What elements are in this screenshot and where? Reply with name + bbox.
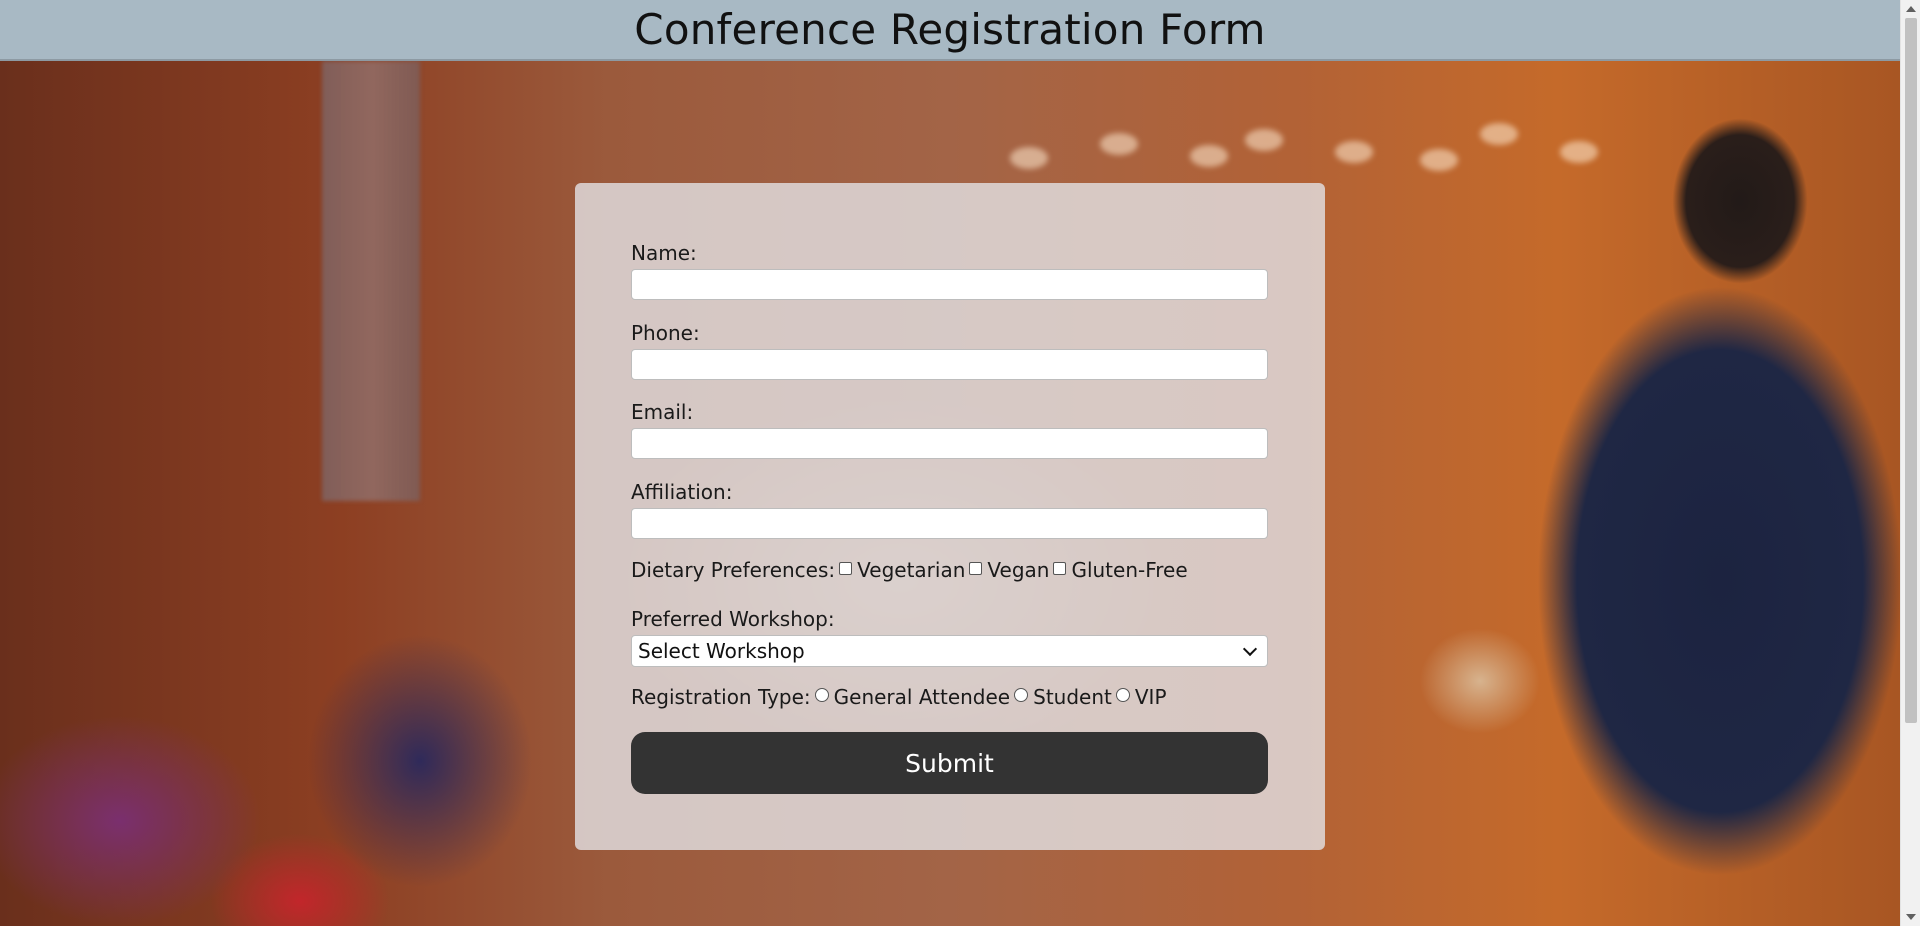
background-light [1560,141,1598,163]
name-label: Name: [631,241,697,265]
registration-option-student[interactable]: Student [1010,685,1112,709]
registration-type-row: Registration Type: General Attendee Stud… [631,685,1167,709]
gluten-free-option-label: Gluten-Free [1071,558,1188,582]
email-label: Email: [631,400,694,424]
registration-type-label: Registration Type: [631,685,811,709]
vegetarian-option-label: Vegetarian [857,558,966,582]
scroll-up-arrow-icon[interactable] [1906,6,1916,12]
preferred-workshop-label: Preferred Workshop: [631,607,835,631]
phone-label: Phone: [631,321,700,345]
student-radio[interactable] [1014,688,1029,702]
submit-button[interactable]: Submit [631,732,1268,794]
dietary-preferences-row: Dietary Preferences: Vegetarian Vegan Gl… [631,558,1188,582]
vegetarian-checkbox[interactable] [839,561,853,575]
page-viewport: Conference Registration Form Name: Phone… [0,0,1900,926]
general-attendee-radio[interactable] [814,688,829,702]
workshop-select[interactable]: Select Workshop [631,635,1268,667]
chevron-down-icon [1242,641,1258,656]
dietary-option-vegan[interactable]: Vegan [965,558,1049,582]
dietary-option-vegetarian[interactable]: Vegetarian [835,558,965,582]
background-light [1245,129,1283,151]
page-title: Conference Registration Form [634,5,1266,54]
scrollbar-thumb[interactable] [1905,18,1917,723]
background-light [1480,123,1518,145]
dietary-preferences-label: Dietary Preferences: [631,558,836,582]
registration-option-vip[interactable]: VIP [1112,685,1167,709]
background-pillar [322,61,420,501]
vertical-scrollbar[interactable] [1900,0,1920,926]
scroll-down-arrow-icon[interactable] [1906,914,1916,920]
background-light [1100,133,1138,155]
registration-option-general[interactable]: General Attendee [811,685,1010,709]
general-attendee-option-label: General Attendee [833,685,1011,709]
page-header: Conference Registration Form [0,0,1900,61]
email-input[interactable] [631,428,1268,459]
vip-option-label: VIP [1134,685,1167,709]
background-light [1010,147,1048,169]
affiliation-label: Affiliation: [631,480,733,504]
background-light [1335,141,1373,163]
workshop-select-value: Select Workshop [638,639,805,663]
vip-radio[interactable] [1115,688,1130,702]
vegan-checkbox[interactable] [969,561,983,575]
name-input[interactable] [631,269,1268,300]
gluten-free-checkbox[interactable] [1053,561,1067,575]
background-light [1190,145,1228,167]
registration-form: Name: Phone: Email: Affiliation: Dietary… [575,183,1325,850]
dietary-option-gluten-free[interactable]: Gluten-Free [1049,558,1188,582]
student-option-label: Student [1033,685,1112,709]
vegan-option-label: Vegan [987,558,1050,582]
affiliation-input[interactable] [631,508,1268,539]
background-light [1420,149,1458,171]
phone-input[interactable] [631,349,1268,380]
